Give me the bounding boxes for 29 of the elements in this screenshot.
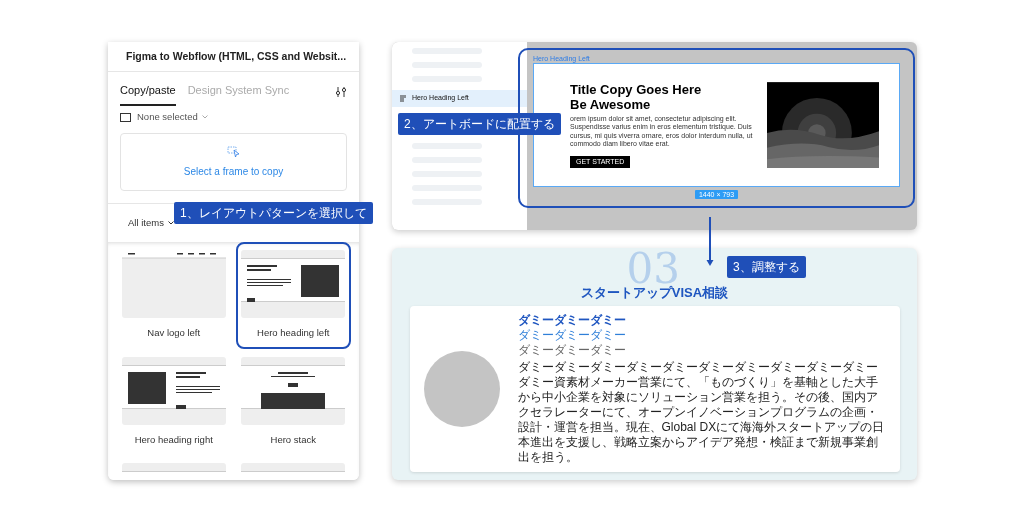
profile-bio: ダミーダミーダミーダミーダミーダミーダミーダミーダミーダミーダミー資素材メーカー営業にて、「ものづくり」を基軸とした大手から中小企業を対象にソリューション営業を担う。その後、国内アクセラレーターにて、オープンイノベーションプログラムの企画・設計・運営を担当。現在、Global DXにて海海外スタートアップの日本進出を支援し、戦略立案からアイデア発想・検証まで新規事業創出を担う。 — [517, 360, 886, 465]
chevron-down-icon — [201, 115, 208, 120]
hero-title: Title Copy Goes Here Be Awesome — [570, 81, 703, 112]
layout-card[interactable]: Hero stack — [237, 350, 349, 453]
step-callout: 2、アートボードに配置する — [398, 113, 561, 135]
layout-card[interactable]: Hero heading right — [118, 350, 230, 453]
frame-cursor-icon — [226, 145, 241, 158]
frame-layer-icon — [400, 94, 406, 102]
profile-subtitle: ダミーダミーダミー — [517, 328, 627, 342]
layout-name: Hero heading right — [134, 432, 213, 447]
profile-name: ダミーダミーダミー — [517, 313, 627, 327]
layout-name: Hero stack — [270, 432, 316, 447]
frame-dropzone[interactable]: Select a frame to copy — [120, 133, 347, 192]
frame-prompt: Select a frame to copy — [183, 164, 284, 179]
step-callout: 1、レイアウトパターンを選択して — [174, 202, 373, 224]
filter-dropdown[interactable]: All items — [128, 216, 174, 231]
layout-name: Nav logo left — [147, 326, 201, 341]
layout-card[interactable]: Hero heading left — [237, 244, 349, 347]
chevron-down-icon — [167, 221, 174, 226]
frame-icon — [120, 112, 131, 122]
layout-card[interactable]: Nav logo left — [118, 244, 230, 347]
profile-role: ダミーダミーダミー — [517, 343, 627, 357]
sliders-icon[interactable] — [335, 86, 347, 98]
step-callout: 3、調整する — [727, 256, 806, 278]
plugin-title: Figma to Webflow (HTML, CSS and Websit... — [126, 48, 347, 64]
layout-name: Hero heading left — [257, 326, 330, 341]
selection-dropdown[interactable]: None selected — [137, 110, 208, 125]
arrow-icon — [706, 217, 714, 266]
plugin-tab[interactable]: Copy/paste — [120, 81, 176, 106]
